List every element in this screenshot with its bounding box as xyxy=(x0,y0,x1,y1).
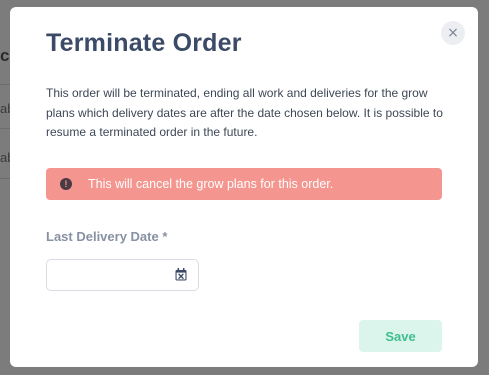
last-delivery-date-field[interactable] xyxy=(46,259,199,291)
calendar-icon[interactable] xyxy=(175,268,187,281)
alert-text: This will cancel the grow plans for this… xyxy=(88,177,334,191)
last-delivery-date-input[interactable] xyxy=(47,260,183,290)
save-button[interactable]: Save xyxy=(359,320,442,352)
warning-alert: ! This will cancel the grow plans for th… xyxy=(46,168,442,200)
modal-description: This order will be terminated, ending al… xyxy=(46,86,443,139)
last-delivery-date-label: Last Delivery Date * xyxy=(46,229,168,244)
modal-title: Terminate Order xyxy=(46,29,242,57)
alert-circle-icon: ! xyxy=(60,178,72,190)
close-button[interactable]: × xyxy=(441,21,465,45)
terminate-order-modal: × Terminate Order This order will be ter… xyxy=(10,7,478,367)
